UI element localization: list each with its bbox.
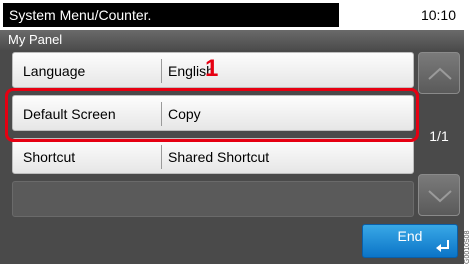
- scroll-up-button[interactable]: [418, 52, 460, 94]
- chevron-up-icon: [428, 67, 452, 80]
- list-item-value: Shared Shortcut: [168, 149, 270, 165]
- scroll-down-button[interactable]: [418, 174, 460, 216]
- enter-icon: [436, 240, 449, 252]
- clock-time: 10:10: [420, 7, 456, 23]
- list-item-empty: [12, 181, 414, 217]
- highlight-frame: [5, 88, 419, 142]
- chevron-down-icon: [428, 190, 452, 203]
- page-title: My Panel: [0, 30, 464, 50]
- end-button[interactable]: End: [362, 224, 458, 258]
- end-button-label: End: [397, 228, 423, 244]
- list-item-label: Language: [23, 63, 86, 79]
- panel-frame: System Menu/Counter. 10:10 My Panel Lang…: [0, 0, 464, 264]
- list-item-label: Shortcut: [23, 149, 76, 165]
- column-divider: [161, 145, 162, 169]
- callout-number: 1: [205, 55, 219, 82]
- figure-code: G0010S08: [464, 230, 471, 264]
- status-bar: System Menu/Counter. 10:10: [0, 0, 464, 30]
- page-indicator: 1/1: [429, 128, 449, 144]
- column-divider: [161, 59, 162, 83]
- list-item-shortcut[interactable]: Shortcut Shared Shortcut: [12, 138, 414, 174]
- system-menu-title: System Menu/Counter.: [3, 3, 339, 27]
